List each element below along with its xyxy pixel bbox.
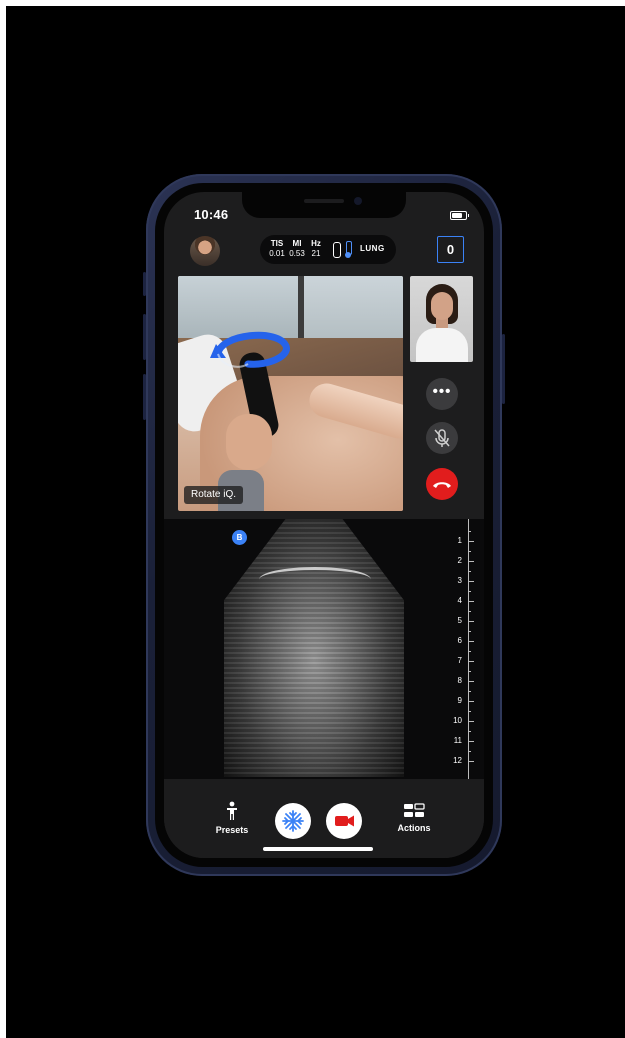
self-video-feed[interactable] (410, 276, 473, 362)
power-button (502, 334, 505, 404)
capture-counter[interactable]: 0 (437, 236, 464, 263)
operator-hand (226, 414, 272, 470)
body-preset-icon (227, 801, 237, 820)
end-call-button[interactable] (426, 468, 458, 500)
depth-label: 10 (453, 716, 462, 725)
actions-button[interactable]: Actions (392, 803, 436, 833)
depth-label: 8 (457, 676, 462, 685)
presets-button[interactable]: Presets (210, 801, 254, 835)
user-avatar[interactable] (190, 236, 220, 266)
microphone-off-icon (434, 429, 450, 447)
stat-label: MI (292, 239, 302, 248)
background-canvas: 10:46 TIS 0.01 MI 0.53 Hz 21 LUNG 0 Rota… (6, 6, 625, 1038)
rotate-arrow-icon (210, 331, 290, 368)
stat-label: TIS (270, 239, 284, 248)
pleural-line (259, 567, 371, 592)
stat-mi: MI 0.53 (288, 239, 306, 259)
volume-down-button (143, 374, 146, 420)
snowflake-icon (282, 810, 304, 832)
record-video-button[interactable] (326, 803, 362, 839)
actions-grid-icon (404, 803, 425, 817)
doctor-face (431, 292, 453, 320)
stat-tis: TIS 0.01 (268, 239, 286, 259)
window-frame (298, 276, 304, 346)
battery-icon (450, 211, 469, 220)
presets-label: Presets (215, 825, 249, 835)
rotate-hint-label: Rotate iQ. (184, 486, 244, 504)
ultrasound-scan-cone (224, 519, 404, 777)
silent-switch (143, 272, 146, 296)
app-screen: 10:46 TIS 0.01 MI 0.53 Hz 21 LUNG 0 Rota… (164, 192, 484, 858)
video-camera-icon (335, 815, 354, 827)
status-time: 10:46 (194, 207, 229, 222)
phone-frame: 10:46 TIS 0.01 MI 0.53 Hz 21 LUNG 0 Rota… (143, 174, 505, 876)
more-options-button[interactable]: ••• (426, 378, 458, 410)
stat-hz: Hz 21 (309, 239, 323, 259)
temperature-icon (345, 241, 352, 258)
depth-label: 12 (453, 756, 462, 765)
actions-label: Actions (397, 823, 431, 833)
front-camera (354, 197, 362, 205)
depth-label: 2 (457, 556, 462, 565)
depth-label: 6 (457, 636, 462, 645)
doctor-coat (416, 328, 468, 362)
remote-video-feed[interactable]: Rotate iQ. (178, 276, 403, 511)
mode-badge: B (232, 530, 247, 545)
depth-label: 4 (457, 596, 462, 605)
probe-battery-icon (333, 242, 341, 258)
mute-microphone-button[interactable] (426, 422, 458, 454)
depth-label: 3 (457, 576, 462, 585)
stat-value: 0.53 (289, 249, 305, 258)
volume-up-button (143, 314, 146, 360)
hang-up-icon (433, 482, 451, 488)
notch (242, 192, 406, 218)
depth-label: 9 (457, 696, 462, 705)
acoustic-stats-pill: TIS 0.01 MI 0.53 Hz 21 LUNG (260, 235, 396, 264)
depth-label: 5 (457, 616, 462, 625)
depth-label: 7 (457, 656, 462, 665)
depth-label: 11 (453, 736, 462, 745)
depth-label: 1 (457, 536, 462, 545)
freeze-button[interactable] (275, 803, 311, 839)
speaker (304, 199, 344, 203)
home-indicator[interactable] (263, 847, 373, 851)
ultrasound-image-area[interactable]: B 1 2 3 4 5 6 7 8 9 10 11 12 (164, 519, 484, 779)
stat-label: Hz (311, 239, 321, 248)
depth-ruler (468, 519, 475, 779)
stat-value: 21 (311, 249, 321, 258)
stat-value: 0.01 (269, 249, 285, 258)
preset-label: LUNG (360, 244, 385, 253)
